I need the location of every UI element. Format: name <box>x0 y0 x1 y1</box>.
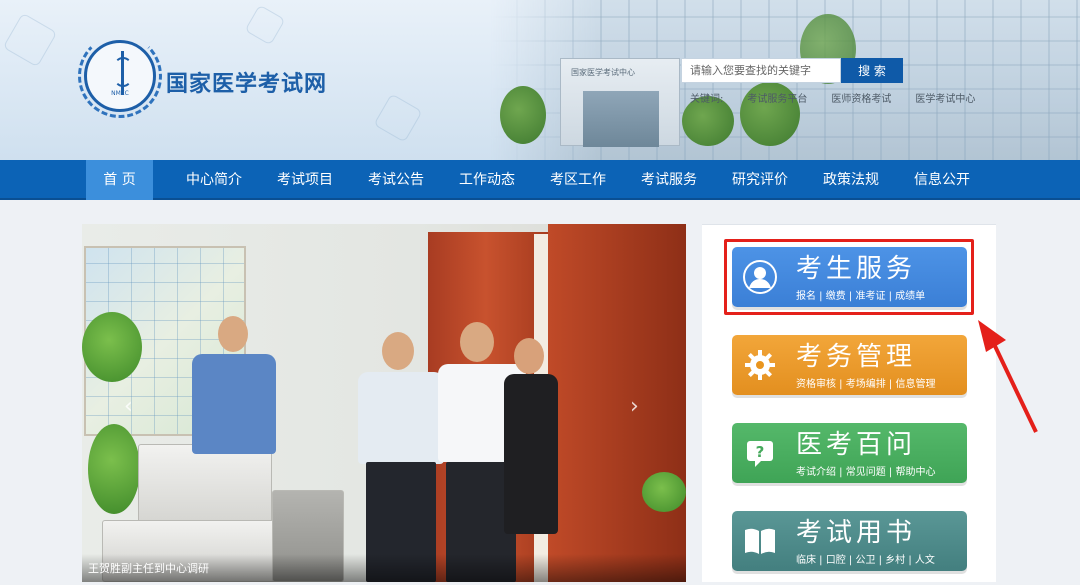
book-icon <box>732 511 788 571</box>
nav-research[interactable]: 研究评价 <box>724 160 796 200</box>
quicklink-physician-exam[interactable]: 医师资格考试 <box>831 90 891 105</box>
exam-faq-button[interactable]: ? 医考百问 考试介绍 | 常见问题 | 帮助中心 <box>732 423 967 483</box>
building-sign: 国家医学考试中心 <box>571 68 635 77</box>
service-title: 考生服务 <box>796 254 917 284</box>
carousel-next-icon[interactable]: › <box>630 396 644 418</box>
service-title: 考务管理 <box>796 342 917 372</box>
quicklinks: 关键词: 考试服务平台 医师资格考试 医学考试中心 <box>690 90 975 105</box>
exam-books-button[interactable]: 考试用书 临床 | 口腔 | 公卫 | 乡村 | 人文 <box>732 511 967 571</box>
svg-text:?: ? <box>756 443 765 461</box>
decor-hex <box>2 12 58 68</box>
nav-work-news[interactable]: 工作动态 <box>451 160 523 200</box>
service-subtitle: 临床 | 口腔 | 公卫 | 乡村 | 人文 <box>796 555 935 566</box>
quicklink-exam-center[interactable]: 医学考试中心 <box>915 90 975 105</box>
decor-hex <box>373 93 423 143</box>
main-nav: 首 页 中心简介 考试项目 考试公告 工作动态 考区工作 考试服务 研究评价 政… <box>0 160 1080 200</box>
building-entrance: 国家医学考试中心 <box>560 58 680 147</box>
site-header: 国家医学考试中心 NMEC 国家医学考试网 搜 索 关键词: 考试服务平台 医师… <box>0 0 1080 160</box>
decor-hex <box>244 4 286 46</box>
plant-decor <box>88 424 140 514</box>
emblem-text: NMEC <box>111 90 129 97</box>
tree-decor <box>500 86 546 144</box>
user-icon <box>732 247 788 307</box>
nav-policies[interactable]: 政策法规 <box>815 160 887 200</box>
gear-icon <box>732 335 788 395</box>
quicklink-exam-platform[interactable]: 考试服务平台 <box>747 90 807 105</box>
service-subtitle: 报名 | 缴费 | 准考证 | 成绩单 <box>796 291 926 302</box>
service-title: 考试用书 <box>796 518 917 548</box>
nav-exam-areas[interactable]: 考区工作 <box>542 160 614 200</box>
snake-icon <box>114 57 132 87</box>
exam-management-button[interactable]: 考务管理 资格审核 | 考场编排 | 信息管理 <box>732 335 967 395</box>
service-subtitle: 考试介绍 | 常见问题 | 帮助中心 <box>796 467 936 478</box>
carousel-prev-icon[interactable]: ‹ <box>124 396 138 418</box>
carousel-caption[interactable]: 王贺胜副主任到中心调研 <box>88 560 209 576</box>
photo-door-open <box>548 224 686 582</box>
nav-exam-services[interactable]: 考试服务 <box>633 160 705 200</box>
building-door <box>583 91 659 147</box>
news-carousel[interactable]: ‹ › 王贺胜副主任到中心调研 <box>82 224 686 582</box>
search-button[interactable]: 搜 索 <box>841 58 903 83</box>
candidate-services-button[interactable]: 考生服务 报名 | 缴费 | 准考证 | 成绩单 <box>732 247 967 307</box>
site-title[interactable]: 国家医学考试网 <box>166 66 327 98</box>
service-subtitle: 资格审核 | 考场编排 | 信息管理 <box>796 379 936 390</box>
nav-disclosure[interactable]: 信息公开 <box>906 160 978 200</box>
plant-decor <box>82 312 142 382</box>
quicklink-label: 关键词: <box>690 94 724 105</box>
nav-announcements[interactable]: 考试公告 <box>360 160 432 200</box>
site-logo-emblem[interactable]: NMEC <box>78 34 162 118</box>
service-title: 医考百问 <box>796 430 917 460</box>
nav-home[interactable]: 首 页 <box>86 160 153 200</box>
nav-exam-programs[interactable]: 考试项目 <box>269 160 341 200</box>
plant-decor <box>642 472 686 512</box>
nav-about[interactable]: 中心简介 <box>178 160 250 200</box>
question-icon: ? <box>732 423 788 483</box>
search-input[interactable] <box>681 58 841 83</box>
services-panel: 考生服务 报名 | 缴费 | 准考证 | 成绩单 考务管理 资格审核 | 考场编… <box>702 224 996 582</box>
